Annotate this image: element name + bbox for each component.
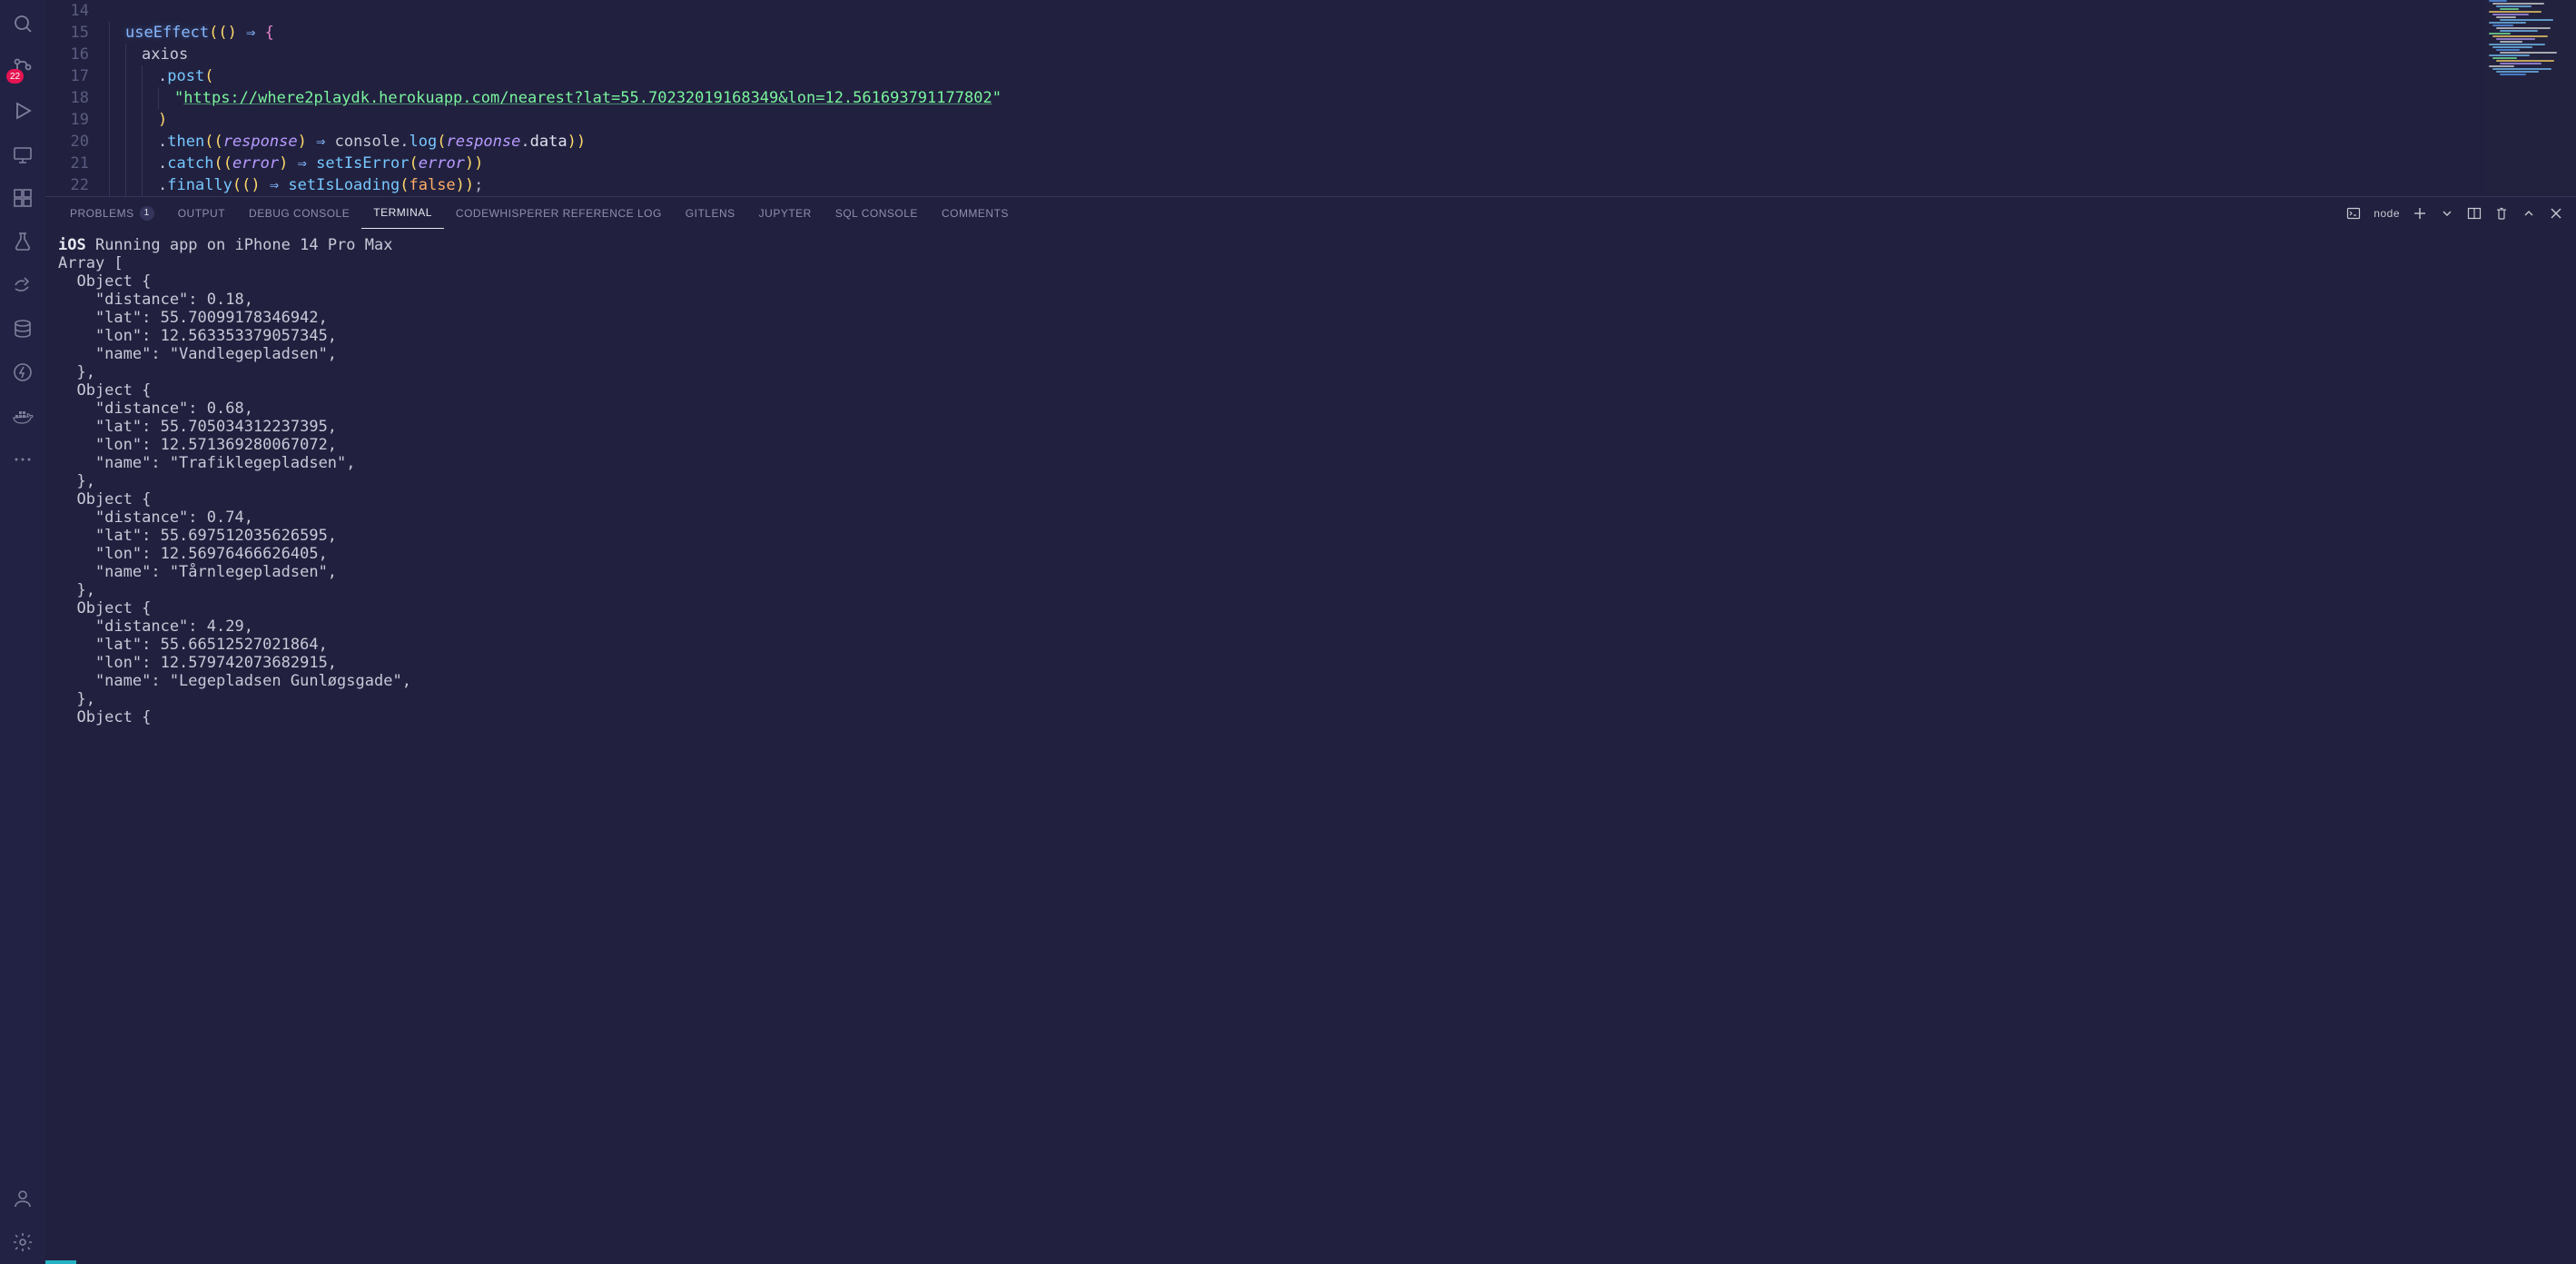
panel-tab-gitlens[interactable]: GITLENS — [674, 197, 747, 229]
app-root: 22 — [0, 0, 2576, 1264]
status-bar — [45, 1260, 2576, 1264]
code-content[interactable]: useEffect(() ⇒ {axios.post("https://wher… — [109, 0, 2576, 196]
panel-tab-label: CODEWHISPERER REFERENCE LOG — [456, 207, 662, 220]
split-terminal-icon[interactable] — [2467, 206, 2482, 221]
bottom-panel: PROBLEMS 1 OUTPUT DEBUG CONSOLE TERMINAL CODE… — [45, 196, 2576, 1260]
panel-tab-label: COMMENTS — [942, 207, 1009, 220]
panel-tab-jupyter[interactable]: JUPYTER — [747, 197, 824, 229]
kill-terminal-icon[interactable] — [2494, 206, 2509, 221]
panel-tab-debug-console[interactable]: DEBUG CONSOLE — [237, 197, 361, 229]
panel-tab-label: OUTPUT — [178, 207, 225, 220]
new-terminal-icon[interactable] — [2413, 206, 2427, 221]
database-icon[interactable] — [1, 307, 44, 351]
panel-tab-label: DEBUG CONSOLE — [249, 207, 350, 220]
close-panel-icon[interactable] — [2549, 206, 2563, 221]
docker-icon[interactable] — [1, 394, 44, 438]
remote-indicator[interactable] — [45, 1260, 76, 1264]
panel-tab-comments[interactable]: COMMENTS — [930, 197, 1021, 229]
panel-tab-label: JUPYTER — [759, 207, 812, 220]
source-control-icon[interactable]: 22 — [1, 45, 44, 89]
activity-bar: 22 — [0, 0, 45, 1264]
editor[interactable]: 141516171819202122 useEffect(() ⇒ {axios… — [45, 0, 2576, 196]
panel-right-controls: node — [2346, 206, 2563, 221]
panel-tab-codewhisperer[interactable]: CODEWHISPERER REFERENCE LOG — [444, 197, 674, 229]
thunder-icon[interactable] — [1, 351, 44, 394]
panel-tab-terminal[interactable]: TERMINAL — [361, 197, 444, 229]
minimap[interactable] — [2485, 0, 2576, 196]
panel-tab-label: GITLENS — [686, 207, 735, 220]
search-icon[interactable] — [1, 2, 44, 45]
terminal-content[interactable]: iOS Running app on iPhone 14 Pro Max Arr… — [45, 229, 2576, 1260]
panel-tab-label: PROBLEMS — [70, 207, 134, 220]
panel-tab-badge: 1 — [140, 206, 154, 221]
test-icon[interactable] — [1, 220, 44, 263]
more-icon[interactable] — [1, 438, 44, 481]
panel-tab-label: TERMINAL — [373, 206, 432, 219]
terminal-shell-label: node — [2374, 207, 2400, 220]
panel-tab-label: SQL CONSOLE — [835, 207, 918, 220]
main-column: 141516171819202122 useEffect(() ⇒ {axios… — [45, 0, 2576, 1264]
line-number-gutter: 141516171819202122 — [45, 0, 109, 196]
settings-gear-icon[interactable] — [1, 1220, 44, 1264]
extensions-icon[interactable] — [1, 176, 44, 220]
panel-tab-output[interactable]: OUTPUT — [166, 197, 237, 229]
account-icon[interactable] — [1, 1177, 44, 1220]
panel-tab-problems[interactable]: PROBLEMS 1 — [58, 197, 166, 229]
remote-explorer-icon[interactable] — [1, 133, 44, 176]
maximize-panel-icon[interactable] — [2522, 206, 2536, 221]
run-debug-icon[interactable] — [1, 89, 44, 133]
scm-badge: 22 — [6, 69, 24, 84]
terminal-dropdown-icon[interactable] — [2440, 206, 2454, 221]
live-share-icon[interactable] — [1, 263, 44, 307]
terminal-launch-icon[interactable] — [2346, 206, 2361, 221]
panel-tabs: PROBLEMS 1 OUTPUT DEBUG CONSOLE TERMINAL CODE… — [45, 197, 2576, 229]
panel-tab-sql-console[interactable]: SQL CONSOLE — [824, 197, 930, 229]
